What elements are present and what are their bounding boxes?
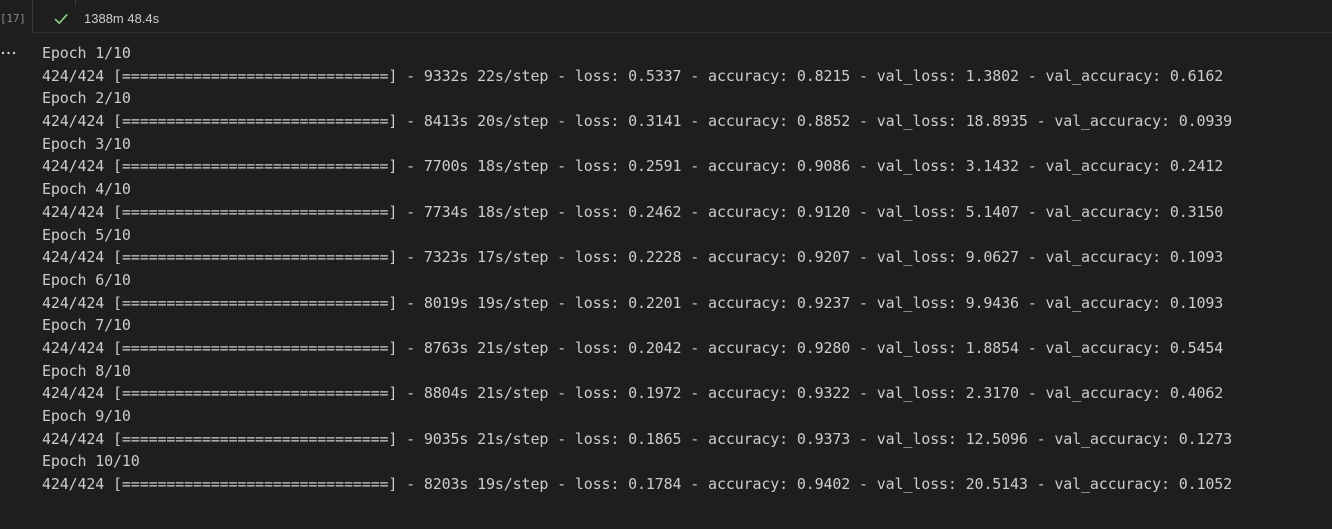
progress-line: 424/424 [==============================]… — [42, 293, 1224, 312]
execution-count: [17] — [0, 12, 26, 25]
epoch-line: Epoch 3/10 — [42, 134, 131, 153]
epoch-line: Epoch 1/10 — [42, 44, 131, 62]
progress-line: 424/424 [==============================]… — [42, 384, 1224, 403]
epoch-line: Epoch 6/10 — [42, 270, 131, 289]
progress-line: 424/424 [==============================]… — [42, 338, 1224, 357]
epoch-line: Epoch 2/10 — [42, 89, 131, 108]
epoch-line: Epoch 9/10 — [42, 407, 131, 425]
cell-header: [17] 1388m 48.4s — [0, 0, 1332, 33]
progress-line: 424/424 [==============================]… — [42, 112, 1233, 131]
epoch-line: Epoch 4/10 — [42, 180, 131, 199]
epoch-line: Epoch 8/10 — [42, 361, 131, 380]
execution-duration: 1388m 48.4s — [84, 11, 160, 26]
epoch-line: Epoch 10/10 — [42, 452, 140, 471]
progress-line: 424/424 [==============================]… — [42, 429, 1233, 448]
progress-line: 424/424 [==============================]… — [42, 475, 1233, 494]
progress-line: 424/424 [==============================]… — [42, 202, 1224, 221]
cell-output: Epoch 1/10 424/424 [=====================… — [42, 42, 1232, 496]
progress-line: 424/424 [==============================]… — [42, 66, 1224, 85]
progress-line: 424/424 [==============================]… — [42, 248, 1224, 267]
progress-line: 424/424 [==============================]… — [42, 157, 1224, 176]
check-icon — [54, 11, 68, 25]
epoch-line: Epoch 7/10 — [42, 316, 131, 335]
ellipsis-icon[interactable] — [0, 42, 20, 56]
epoch-line: Epoch 5/10 — [42, 225, 131, 244]
cell-status-bar: 1388m 48.4s — [32, 0, 1332, 33]
